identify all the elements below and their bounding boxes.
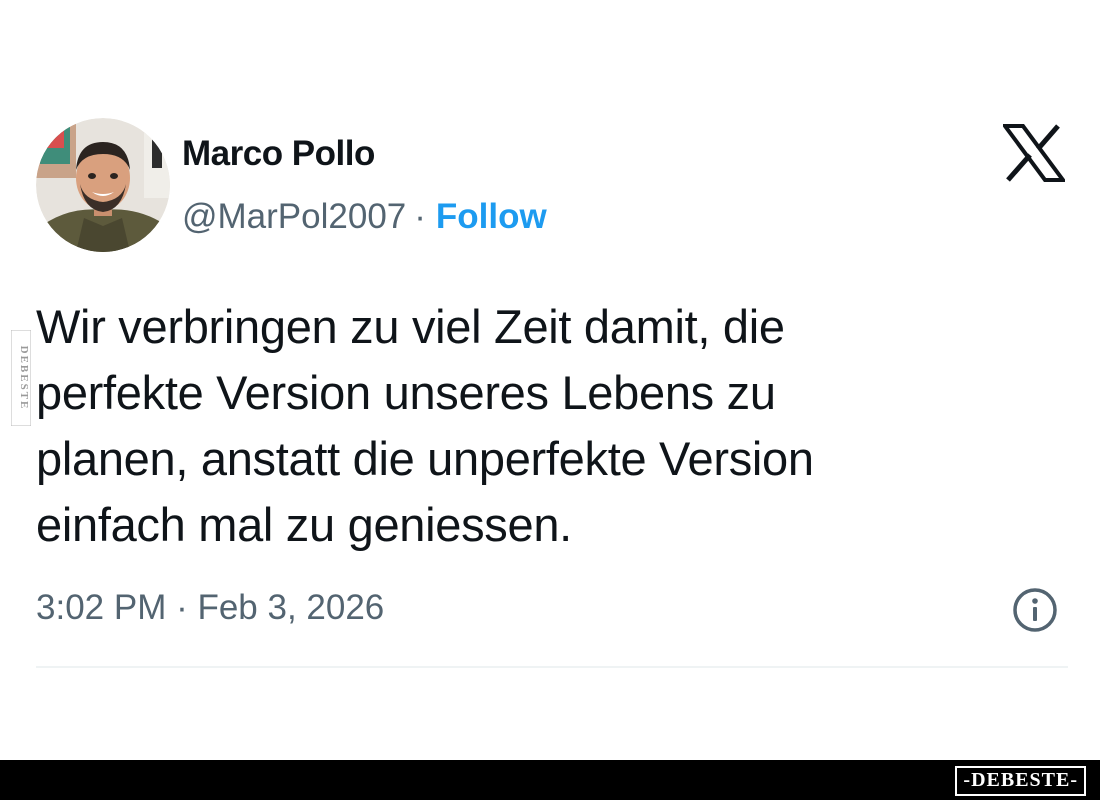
svg-text:DEBESTE: DEBESTE — [18, 346, 30, 411]
tweet-text-line: Wir verbringen zu viel Zeit damit, die — [36, 300, 785, 353]
x-logo-icon[interactable] — [1003, 124, 1065, 182]
avatar[interactable] — [36, 118, 170, 252]
side-watermark: DEBESTE — [11, 330, 31, 426]
tweet-card: Marco Pollo @MarPol2007 · Follow Wir verbr… — [0, 0, 1100, 760]
info-icon[interactable] — [1011, 586, 1059, 634]
follow-button[interactable]: Follow — [436, 197, 547, 236]
tweet-text-line: perfekte Version unseres Lebens zu — [36, 366, 776, 419]
x-logo-icon-glyph — [1003, 124, 1065, 182]
side-watermark-text: DEBESTE — [11, 330, 31, 426]
page: Marco Pollo @MarPol2007 · Follow Wir verbr… — [0, 0, 1100, 800]
author-handle-row: @MarPol2007 · Follow — [182, 195, 547, 239]
footer-watermark-logo: -DEBESTE- — [955, 766, 1086, 796]
author-handle[interactable]: @MarPol2007 — [182, 197, 406, 236]
tweet-timestamp[interactable]: 3:02 PM · Feb 3, 2026 — [36, 586, 384, 630]
handle-separator: · — [414, 197, 426, 236]
divider — [36, 666, 1068, 668]
footer-bar: -DEBESTE- — [0, 760, 1100, 800]
avatar-image — [36, 118, 170, 252]
tweet-text: Wir verbringen zu viel Zeit damit, die p… — [36, 294, 1056, 558]
author-display-name[interactable]: Marco Pollo — [182, 132, 375, 176]
info-icon-glyph — [1013, 588, 1057, 632]
tweet-text-line: planen, anstatt die unperfekte Version — [36, 432, 814, 485]
tweet-text-line: einfach mal zu geniessen. — [36, 498, 572, 551]
